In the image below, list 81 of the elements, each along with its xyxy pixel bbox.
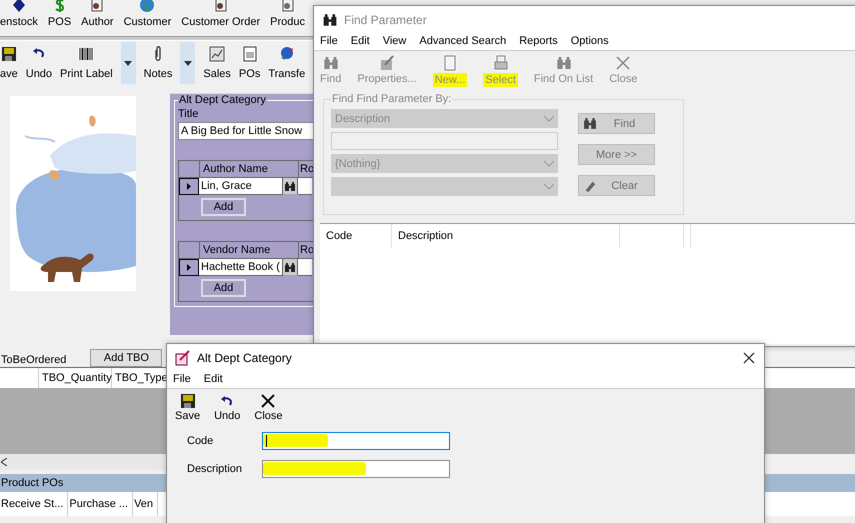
window-title: Alt Dept Category — [197, 351, 292, 365]
column-header: Purchase ... — [68, 492, 134, 516]
pointer-icon — [187, 183, 191, 190]
toolbar-button[interactable]: ave — [0, 46, 18, 80]
field-label: Title — [178, 108, 200, 120]
toolbar-button[interactable]: enstock — [0, 0, 38, 34]
close-icon — [260, 393, 276, 409]
table-cell: Lin, Grace — [199, 178, 283, 195]
section-label: ToBeOrdered — [1, 354, 66, 367]
menu-item[interactable]: Advanced Search — [419, 35, 506, 47]
pencil-icon — [379, 55, 396, 71]
lookup-button[interactable] — [283, 178, 298, 194]
group-title: Alt Dept Category — [178, 94, 267, 106]
add-tbo-button[interactable]: Add TBO — [90, 349, 162, 367]
input-field[interactable] — [262, 432, 450, 450]
menu-item[interactable]: Reports — [519, 35, 558, 47]
caret-icon — [184, 60, 192, 66]
input-field[interactable] — [331, 132, 558, 150]
table-cell — [298, 259, 312, 276]
chevron-down-icon — [544, 116, 554, 122]
notepad-icon — [175, 350, 191, 366]
column-header: Description — [392, 224, 620, 248]
column-header: Receive St... — [0, 492, 68, 516]
toolbar-button[interactable]: Produc — [270, 0, 305, 34]
menu-item[interactable]: Edit — [350, 35, 370, 47]
binoculars-icon — [284, 262, 296, 272]
toolbar-button[interactable]: Transfe — [268, 46, 306, 80]
toolbar-button[interactable]: Print Label — [60, 46, 113, 80]
document-icon — [242, 46, 258, 62]
toolbar-button[interactable]: Author — [81, 0, 114, 34]
group-title: Find Find Parameter By: — [331, 93, 452, 105]
window-title: Find Parameter — [344, 13, 427, 27]
row-selector[interactable] — [179, 178, 199, 195]
input-field[interactable] — [262, 460, 450, 478]
menu-item[interactable]: Edit — [204, 373, 223, 385]
toolbar-button[interactable]: POs — [238, 46, 260, 80]
binoculars-icon — [322, 13, 338, 27]
dropdown-toggle[interactable] — [120, 42, 136, 84]
binoculars-icon — [322, 55, 339, 71]
chevron-down-icon — [544, 184, 554, 190]
toolbar-button[interactable]: Close — [254, 393, 282, 422]
binoculars-icon — [556, 55, 572, 71]
toolbar-button[interactable]: Undo — [214, 393, 240, 422]
scrollbar[interactable] — [0, 454, 167, 470]
toolbar-button[interactable]: Save — [175, 393, 200, 422]
column-header: Ven — [133, 492, 158, 516]
pointer-icon — [187, 264, 191, 271]
caret-icon — [124, 60, 132, 66]
diamond-icon — [10, 0, 27, 13]
binoculars-icon — [284, 180, 296, 192]
field-label: Description — [187, 463, 244, 475]
row-selector[interactable] — [179, 259, 199, 276]
close-icon[interactable] — [743, 352, 755, 364]
lookup-button[interactable] — [283, 259, 298, 275]
binoculars-icon — [582, 117, 598, 130]
menu-item[interactable]: Options — [570, 35, 609, 47]
globe-icon — [139, 0, 156, 13]
toolbar-button[interactable]: Customer — [124, 0, 172, 34]
close-icon — [615, 55, 632, 71]
add-button[interactable]: Add — [201, 279, 246, 297]
menu-item[interactable]: View — [382, 35, 406, 47]
field-label: Code — [187, 435, 214, 447]
menu-item[interactable]: File — [320, 35, 338, 47]
page-icon — [442, 55, 458, 71]
toolbar-button[interactable]: Customer Order — [181, 0, 260, 34]
scroll-left-icon — [1, 458, 7, 466]
toolbar-button[interactable]: Notes — [144, 46, 172, 80]
add-button[interactable]: Add — [201, 198, 246, 216]
toolbar-button[interactable]: POS — [48, 0, 72, 34]
table-cell: Hachette Book ( — [199, 259, 283, 276]
toolbar-button[interactable]: Undo — [26, 46, 52, 80]
column-header: Code — [320, 224, 392, 248]
transfer-icon — [278, 46, 295, 62]
dropdown-toggle[interactable] — [180, 42, 196, 84]
chevron-down-icon — [544, 160, 554, 166]
chart-icon — [209, 46, 226, 62]
toolbar-button[interactable]: Sales — [203, 46, 231, 80]
printer-icon — [492, 55, 509, 71]
menu-item[interactable]: File — [173, 373, 191, 385]
table-cell — [298, 178, 312, 195]
barcode-icon — [78, 46, 94, 62]
